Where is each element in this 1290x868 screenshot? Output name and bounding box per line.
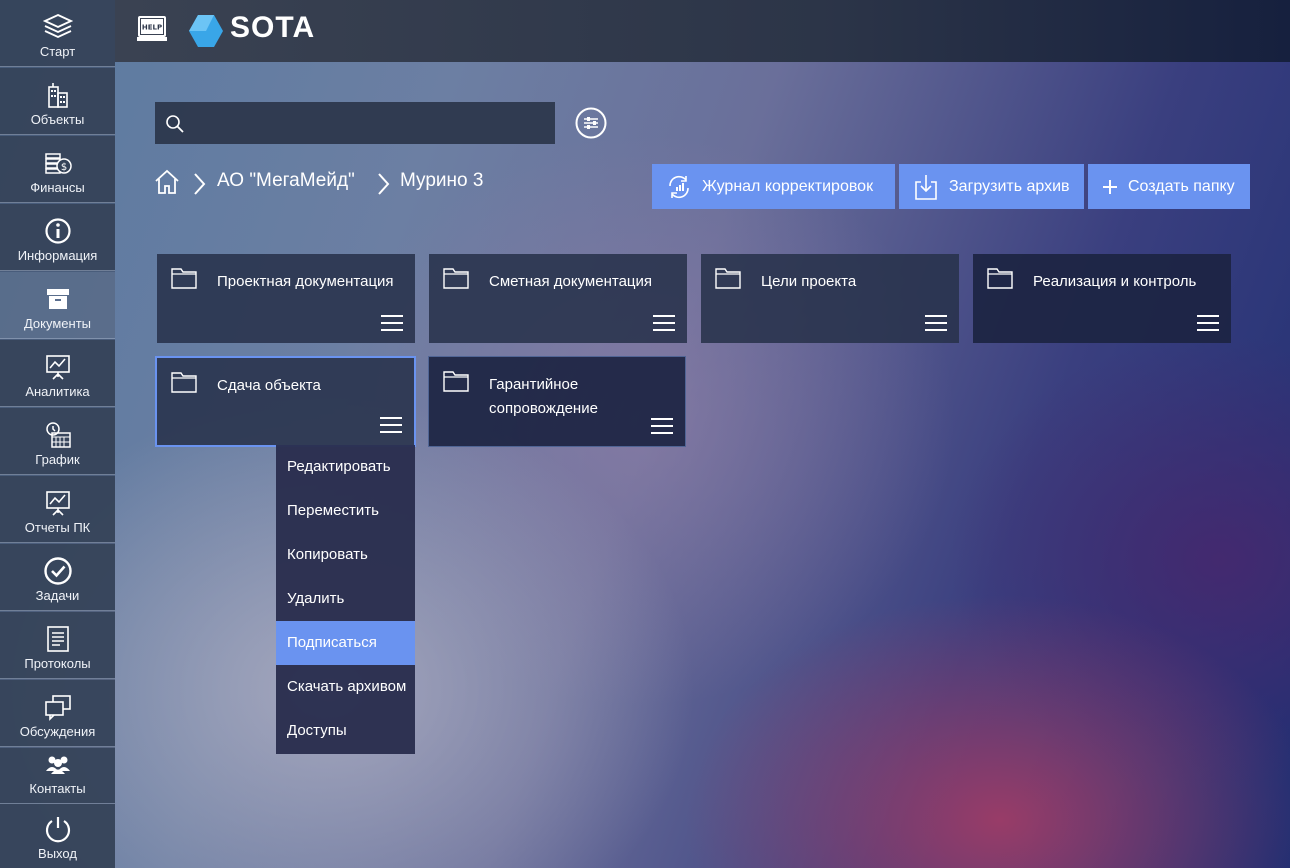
hamburger-menu-icon[interactable] [381,315,403,331]
sidebar-item-contacts[interactable]: Контакты [0,748,115,804]
folder-icon [171,267,197,294]
sliders-icon [575,107,607,139]
sidebar-item-schedule[interactable]: График [0,408,115,475]
sidebar-item-label: Документы [23,316,91,331]
document-list-icon [43,624,73,654]
sidebar-item-info[interactable]: Информация [0,204,115,271]
logo-icon [188,14,224,53]
sidebar-item-label: Обсуждения [19,724,96,739]
upload-archive-label: Загрузить архив [949,177,1070,195]
folder-title: Проектная документация [217,273,394,290]
folder-icon [443,370,469,397]
sidebar-item-discussions[interactable]: Обсуждения [0,680,115,747]
calendar-clock-icon [43,420,73,450]
download-tray-icon [913,173,939,201]
create-folder-label: Создать папку [1128,177,1235,195]
sidebar-item-label: Выход [38,846,77,861]
svg-text:$: $ [60,162,66,173]
folder-title: Цели проекта [761,273,857,290]
sidebar-item-label: Задачи [35,588,80,603]
buildings-icon [43,80,73,110]
menu-item-delete[interactable]: Удалить [276,577,415,621]
presentation-chart-icon [43,352,73,382]
folder-card-selected[interactable]: Сдача объекта [155,356,416,447]
filter-button[interactable] [575,107,607,139]
sidebar-item-label: Аналитика [25,384,90,399]
folder-card[interactable]: Гарантийное сопровождение [428,356,686,447]
sidebar-item-reports[interactable]: Отчеты ПК [0,476,115,543]
logo-text: SOTA [230,11,316,44]
help-icon[interactable]: HELP [137,14,167,49]
search-input[interactable] [195,102,549,146]
menu-item-move[interactable]: Переместить [276,489,415,533]
info-icon [43,216,73,246]
sidebar-item-label: Финансы [30,180,85,195]
folder-title: Сметная документация [489,273,653,290]
folder-context-menu: Редактировать Переместить Копировать Уда… [276,445,415,754]
sidebar-item-label: Протоколы [24,656,91,671]
chevron-right-icon [376,172,390,201]
sidebar-item-protocols[interactable]: Протоколы [0,612,115,679]
chevron-right-icon [192,172,206,201]
menu-item-edit[interactable]: Редактировать [276,445,415,489]
contacts-icon [43,749,73,779]
upload-archive-button[interactable]: Загрузить архив [899,164,1084,209]
hamburger-menu-icon[interactable] [1197,315,1219,331]
sidebar-item-documents[interactable]: Документы [0,272,115,339]
sidebar: Старт Объекты $ Финансы Информация Докум… [0,0,115,868]
corrections-log-button[interactable]: Журнал корректировок [652,164,895,209]
breadcrumb-current: Мурино 3 [400,170,484,191]
home-icon[interactable] [154,168,180,201]
refresh-chart-icon [666,174,692,200]
sidebar-item-start[interactable]: Старт [0,0,115,67]
menu-item-access[interactable]: Доступы [276,709,415,753]
menu-item-download-archive[interactable]: Скачать архивом [276,665,415,709]
menu-item-subscribe[interactable]: Подписаться [276,621,415,665]
breadcrumb-item[interactable]: АО "МегаМейд" [217,170,355,192]
folder-icon [443,267,469,294]
sidebar-item-label: Контакты [29,781,86,796]
sidebar-item-tasks[interactable]: Задачи [0,544,115,611]
folder-icon [715,267,741,294]
search-box [155,102,555,146]
folder-card[interactable]: Сметная документация [429,254,687,343]
corrections-log-label: Журнал корректировок [702,177,874,195]
menu-item-copy[interactable]: Копировать [276,533,415,577]
folder-card[interactable]: Реализация и контроль [973,254,1231,343]
sidebar-item-logout[interactable]: Выход [0,804,115,868]
folder-icon [987,267,1013,294]
sidebar-item-label: Отчеты ПК [24,520,91,535]
folder-title: Гарантийное сопровождение [489,376,598,417]
check-circle-icon [43,556,73,586]
chat-windows-icon [43,692,73,722]
layers-icon [42,12,73,42]
power-icon [43,814,73,844]
folder-icon [171,371,197,398]
folder-card[interactable]: Проектная документация [157,254,415,343]
sidebar-item-label: Объекты [30,112,85,127]
hamburger-menu-icon[interactable] [651,418,673,434]
folder-card[interactable]: Цели проекта [701,254,959,343]
sidebar-item-finance[interactable]: $ Финансы [0,136,115,203]
sidebar-item-label: Информация [17,248,98,263]
folder-title: Реализация и контроль [1033,273,1197,290]
hamburger-menu-icon[interactable] [925,315,947,331]
hamburger-menu-icon[interactable] [380,417,402,433]
svg-text:HELP: HELP [142,24,162,32]
search-icon [165,114,185,139]
sidebar-item-objects[interactable]: Объекты [0,68,115,135]
plus-icon [1102,179,1118,195]
presentation-chart-icon [43,488,73,518]
hamburger-menu-icon[interactable] [653,315,675,331]
folder-title: Сдача объекта [217,377,321,394]
sidebar-item-label: Старт [39,44,76,59]
money-icon: $ [43,148,73,178]
sidebar-item-analytics[interactable]: Аналитика [0,340,115,407]
archive-box-icon [43,284,73,314]
create-folder-button[interactable]: Создать папку [1088,164,1250,209]
sidebar-item-label: График [35,452,80,467]
